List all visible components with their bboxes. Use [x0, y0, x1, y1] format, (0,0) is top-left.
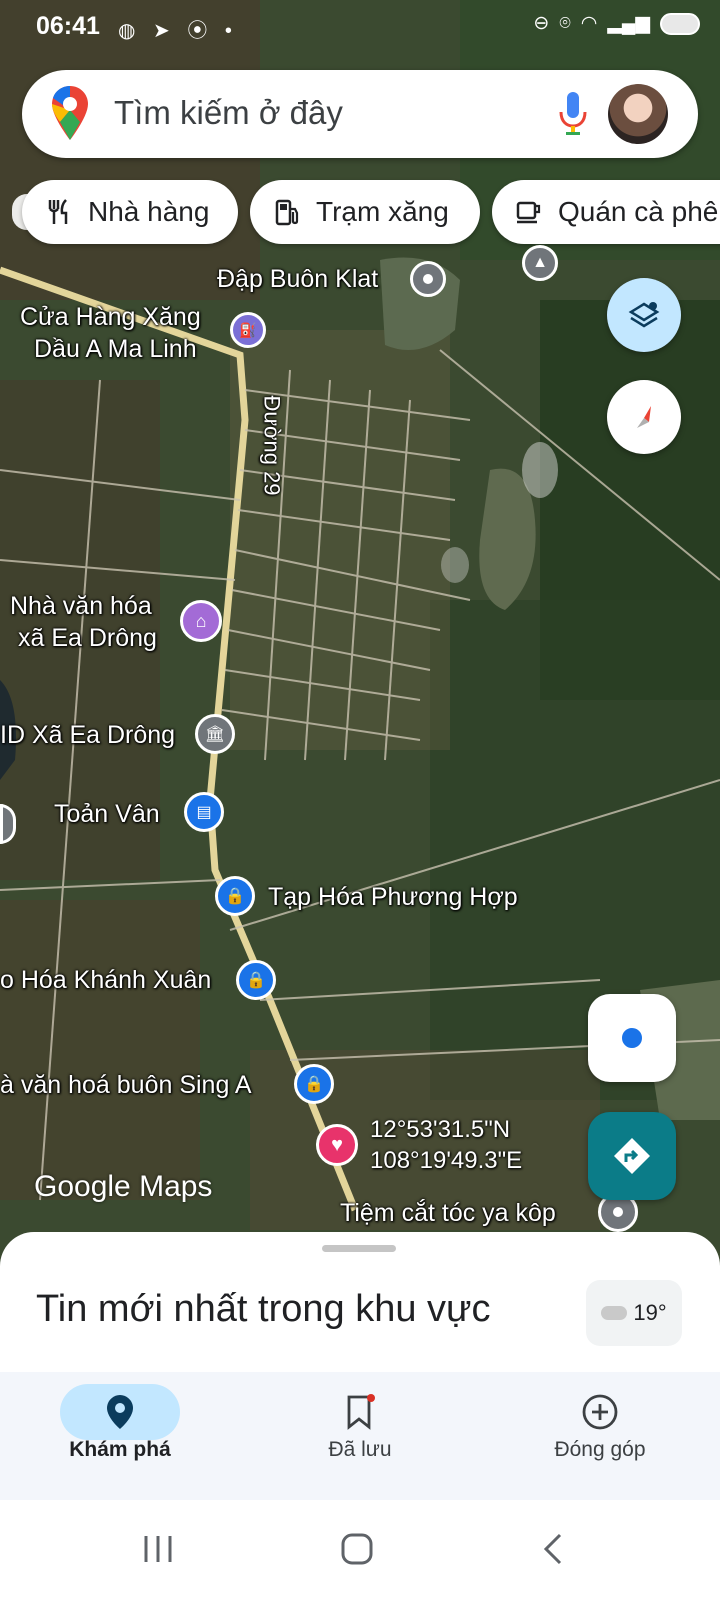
battery-icon: [660, 12, 700, 35]
heart-pin-icon[interactable]: ♥: [316, 1124, 358, 1166]
home-icon[interactable]: [340, 1532, 374, 1566]
chip-label: Nhà hàng: [88, 196, 210, 227]
compass-icon: [637, 406, 651, 428]
bookmark-icon: [300, 1384, 420, 1440]
directions-icon: [614, 1138, 650, 1174]
messenger-icon: ◍: [118, 20, 142, 42]
google-maps-pin-icon: [52, 86, 88, 140]
dot-icon: •: [224, 20, 238, 42]
poi-store-icon[interactable]: ▤: [184, 792, 224, 832]
poi-park-icon[interactable]: ▲: [522, 245, 558, 281]
tab-label: Khám phá: [69, 1438, 171, 1461]
latitude: 12°53'31.5"N: [370, 1116, 511, 1143]
tab-label: Đóng góp: [554, 1438, 646, 1461]
search-bar[interactable]: Tìm kiếm ở đây: [22, 70, 698, 158]
poi-gas-icon[interactable]: ⛽: [230, 312, 266, 348]
place-label[interactable]: ID Xã Ea Drông: [0, 720, 175, 751]
place-label[interactable]: Nhà văn hóa: [10, 591, 152, 622]
recent-apps-icon[interactable]: [142, 1534, 174, 1564]
chip-restaurant[interactable]: Nhà hàng: [22, 180, 238, 244]
category-chips: Nhà hàng Trạm xăng Quán cà phê: [0, 180, 720, 244]
gas-station-icon: [275, 199, 299, 226]
chip-coffee[interactable]: Quán cà phê: [492, 180, 720, 244]
my-location-button[interactable]: [588, 994, 676, 1082]
temperature: 19°: [633, 1300, 667, 1325]
system-navigation-bar: [0, 1500, 720, 1600]
poi-government-icon[interactable]: 🏛: [195, 714, 235, 754]
search-placeholder: Tìm kiếm ở đây: [114, 94, 343, 131]
dnd-icon: ⊖: [533, 13, 550, 34]
status-bar: 06:41 ◍ ➤ ⦿ • ⊖ ⌾ ◠ ▂▄▆: [0, 0, 720, 54]
tab-saved[interactable]: Đã lưu: [240, 1372, 480, 1500]
location-icon: ⌾: [559, 12, 571, 34]
google-maps-logo: Google Maps: [34, 1170, 213, 1203]
hotspot-icon: ⦿: [187, 20, 214, 42]
chip-gas-station[interactable]: Trạm xăng: [250, 180, 480, 244]
wifi-icon: ◠: [580, 13, 598, 34]
sheet-handle[interactable]: [322, 1245, 396, 1252]
coffee-icon: [516, 201, 541, 224]
chip-label: Trạm xăng: [316, 196, 449, 227]
tab-contribute[interactable]: Đóng góp: [480, 1372, 720, 1500]
place-label[interactable]: xã Ea Drông: [18, 623, 157, 654]
send-icon: ➤: [153, 20, 176, 42]
bottom-sheet[interactable]: Tin mới nhất trong khu vực 19°: [0, 1232, 720, 1372]
place-label[interactable]: Toản Vân: [54, 799, 160, 830]
place-label[interactable]: Tạp Hóa Phương Hợp: [268, 882, 518, 913]
bottom-navigation: Khám phá Đã lưu Đóng góp: [0, 1372, 720, 1500]
poi-shopping-icon[interactable]: 🔒: [294, 1064, 334, 1104]
dropped-pin-coordinates: 12°53'31.5"N 108°19'49.3"E: [370, 1114, 522, 1176]
place-label[interactable]: Cửa Hàng Xăng: [20, 302, 201, 333]
back-icon[interactable]: [540, 1532, 566, 1566]
system-icons: ⊖ ⌾ ◠ ▂▄▆: [533, 12, 700, 35]
poi-landmark-icon[interactable]: [410, 261, 446, 297]
poi-culture-icon[interactable]: ⌂: [180, 600, 222, 642]
clock: 06:41: [36, 12, 100, 40]
cloud-icon: [601, 1306, 628, 1320]
my-location-icon: [618, 1024, 646, 1052]
compass-button[interactable]: [607, 380, 681, 454]
place-label[interactable]: Tiệm cắt tóc ya kôp: [340, 1198, 556, 1229]
explore-pin-icon: [60, 1384, 180, 1440]
longitude: 108°19'49.3"E: [370, 1147, 523, 1174]
place-label[interactable]: à văn hoá buôn Sing A: [0, 1070, 252, 1101]
layers-icon: [628, 302, 660, 328]
place-label[interactable]: Đập Buôn Klat: [217, 264, 378, 295]
tab-explore[interactable]: Khám phá: [0, 1372, 240, 1500]
avatar[interactable]: [608, 84, 668, 144]
place-label[interactable]: Dầu A Ma Linh: [34, 334, 197, 365]
notification-icons: ◍ ➤ ⦿ •: [118, 14, 238, 43]
sheet-title: Tin mới nhất trong khu vực: [36, 1288, 491, 1330]
road-label: Đường 29: [259, 395, 285, 496]
tab-label: Đã lưu: [328, 1438, 392, 1461]
place-label[interactable]: o Hóa Khánh Xuân: [0, 965, 211, 996]
poi-shopping-icon[interactable]: 🔒: [236, 960, 276, 1000]
poi-shopping-icon[interactable]: 🔒: [215, 876, 255, 916]
layers-button[interactable]: [607, 278, 681, 352]
directions-button[interactable]: [588, 1112, 676, 1200]
mic-icon[interactable]: [558, 92, 588, 136]
signal-icon: ▂▄▆: [607, 13, 650, 34]
add-circle-icon: [540, 1384, 660, 1440]
chip-label: Quán cà phê: [558, 196, 719, 227]
weather-chip[interactable]: 19°: [586, 1280, 682, 1346]
restaurant-icon: [48, 199, 68, 224]
